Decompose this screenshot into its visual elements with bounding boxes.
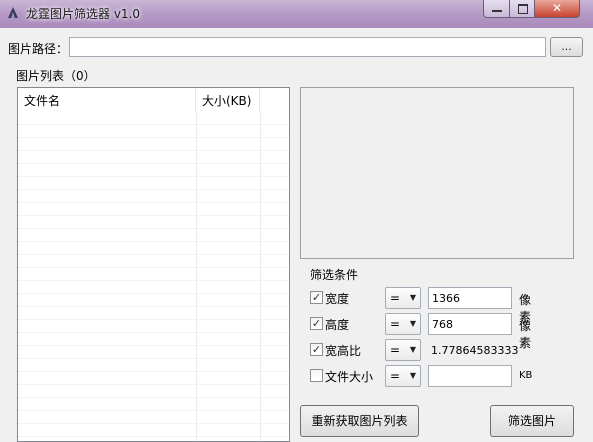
- aspect-operator-select[interactable]: = ▼: [385, 339, 421, 361]
- chevron-down-icon: ▼: [409, 319, 416, 328]
- aspect-ratio-checkbox[interactable]: ✓: [310, 343, 323, 356]
- list-header: 文件名 大小(KB): [18, 88, 289, 112]
- file-size-label: 文件大小: [325, 370, 374, 384]
- filesize-operator-select[interactable]: = ▼: [385, 365, 421, 387]
- width-label: 宽度: [325, 292, 350, 306]
- aspect-ratio-label: 宽高比: [325, 344, 362, 358]
- list-rows: [18, 112, 289, 441]
- height-value-input[interactable]: [428, 313, 512, 335]
- height-label: 高度: [325, 318, 350, 332]
- column-header-size[interactable]: 大小(KB): [196, 88, 260, 112]
- maximize-button[interactable]: [509, 0, 535, 18]
- app-icon: [8, 7, 18, 18]
- title-bar[interactable]: 龙霆图片筛选器 v1.0 ✕: [0, 0, 593, 28]
- browse-button[interactable]: ...: [550, 37, 583, 57]
- image-path-input[interactable]: [69, 37, 546, 57]
- chevron-down-icon: ▼: [409, 345, 416, 354]
- file-size-unit: KB: [519, 370, 533, 381]
- width-value-input[interactable]: [428, 287, 512, 309]
- image-path-label: 图片路径：: [8, 42, 69, 56]
- file-size-checkbox[interactable]: [310, 369, 323, 382]
- image-list-label: 图片列表（0）: [16, 69, 96, 83]
- aspect-ratio-value-input[interactable]: [428, 339, 543, 361]
- refresh-list-button[interactable]: 重新获取图片列表: [300, 405, 419, 437]
- width-operator-select[interactable]: = ▼: [385, 287, 421, 309]
- height-operator-select[interactable]: = ▼: [385, 313, 421, 335]
- column-header-filename[interactable]: 文件名: [18, 88, 196, 112]
- column-divider: [196, 112, 197, 441]
- filter-images-button[interactable]: 筛选图片: [490, 405, 574, 437]
- file-size-value-input[interactable]: [428, 365, 512, 387]
- column-divider: [260, 112, 261, 441]
- chevron-down-icon: ▼: [409, 293, 416, 302]
- width-checkbox[interactable]: ✓: [310, 291, 323, 304]
- chevron-down-icon: ▼: [409, 371, 416, 380]
- filter-conditions-label: 筛选条件: [310, 268, 359, 282]
- minimize-button[interactable]: [483, 0, 510, 18]
- image-preview: [300, 87, 574, 259]
- window-title: 龙霆图片筛选器 v1.0: [26, 7, 141, 21]
- image-list[interactable]: 文件名 大小(KB): [17, 87, 290, 442]
- close-icon: ✕: [551, 1, 563, 15]
- height-checkbox[interactable]: ✓: [310, 317, 323, 330]
- close-button[interactable]: ✕: [534, 0, 580, 18]
